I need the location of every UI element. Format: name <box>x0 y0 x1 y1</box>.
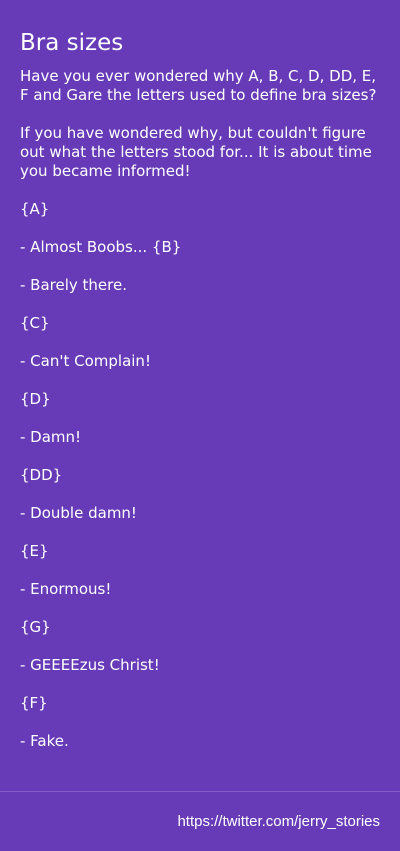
paragraph-intro-answer: If you have wondered why, but couldn't f… <box>20 124 372 180</box>
size-heading-a: {A} <box>20 200 50 218</box>
size-heading-f: {F} <box>20 694 48 712</box>
footer-divider <box>0 791 400 792</box>
size-line-e: - Enormous! <box>20 580 112 598</box>
size-heading-e: {E} <box>20 542 49 560</box>
size-heading-d: {D} <box>20 390 51 408</box>
size-line-a: - Almost Boobs... {B} <box>20 238 182 256</box>
paragraph-intro-question: Have you ever wondered why A, B, C, D, D… <box>20 67 377 104</box>
size-heading-c: {C} <box>20 314 50 332</box>
size-line-d: - Damn! <box>20 428 82 446</box>
size-heading-g: {G} <box>20 618 51 636</box>
post-title: Bra sizes <box>20 30 124 56</box>
size-line-f: - Fake. <box>20 732 69 750</box>
source-link[interactable]: https://twitter.com/jerry_stories <box>177 812 380 831</box>
size-line-b: - Barely there. <box>20 276 127 294</box>
size-line-g: - GEEEEzus Christ! <box>20 656 160 674</box>
size-line-c: - Can't Complain! <box>20 352 151 370</box>
post-card: Bra sizes Have you ever wondered why A, … <box>0 0 400 851</box>
size-line-dd: - Double damn! <box>20 504 137 522</box>
post-body: Have you ever wondered why A, B, C, D, D… <box>20 67 382 770</box>
size-heading-dd: {DD} <box>20 466 63 484</box>
